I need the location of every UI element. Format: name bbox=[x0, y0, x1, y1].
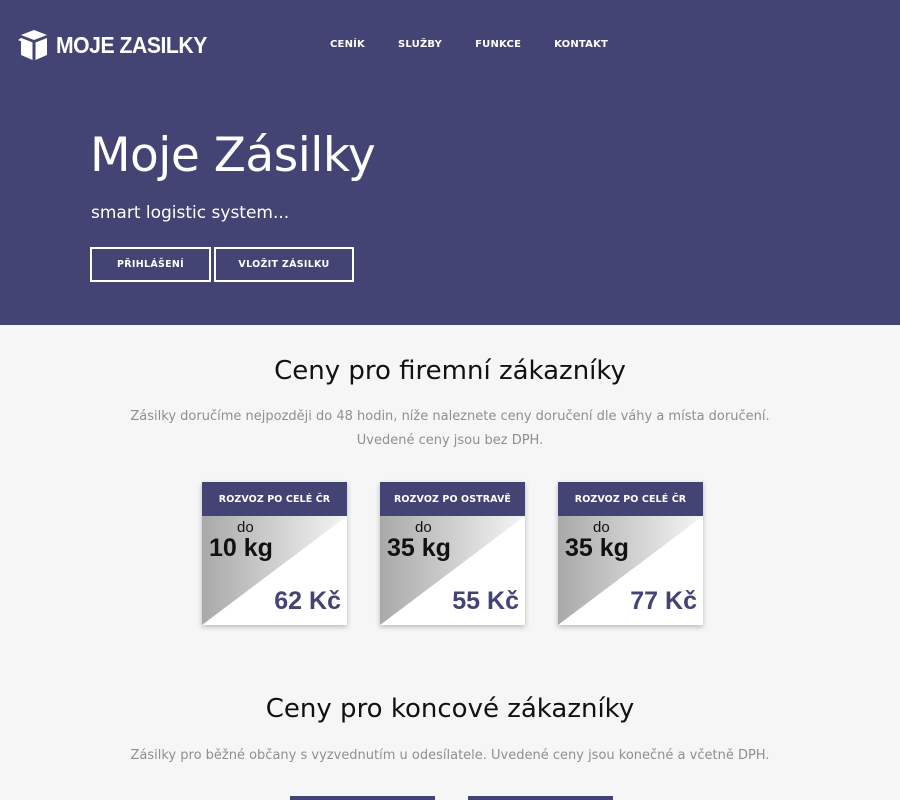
price-card-price: 62 Kč bbox=[274, 587, 341, 615]
consumer-prices-description: Zásilky pro běžné občany s vyzvednutím u… bbox=[130, 748, 770, 763]
login-button[interactable]: PŘIHLÁŠENÍ bbox=[90, 247, 211, 282]
consumer-card-top bbox=[468, 796, 613, 800]
price-card-weight: 35 kg bbox=[387, 534, 451, 562]
open-box-icon bbox=[18, 30, 47, 60]
nav-item-kontakt[interactable]: KONTAKT bbox=[554, 39, 608, 50]
nav-item-cenik[interactable]: CENÍK bbox=[330, 39, 365, 50]
nav-item-funkce[interactable]: FUNKCE bbox=[475, 39, 521, 50]
price-card: ROZVOZ PO OSTRAVĚ do 35 kg 55 Kč bbox=[380, 482, 525, 625]
price-card-body: do 10 kg 62 Kč bbox=[202, 516, 347, 625]
consumer-prices-title: Ceny pro koncové zákazníky bbox=[265, 694, 635, 724]
price-card-header: ROZVOZ PO CELÉ ČR bbox=[202, 482, 347, 516]
brand-name: MOJE ZASILKY bbox=[56, 31, 207, 58]
brand-logo[interactable]: MOJE ZASILKY bbox=[18, 28, 220, 62]
main-nav: CENÍK SLUŽBY FUNKCE KONTAKT bbox=[330, 39, 641, 50]
price-card-body: do 35 kg 77 Kč bbox=[558, 516, 703, 625]
price-card-weight: 35 kg bbox=[565, 534, 629, 562]
business-prices-title: Ceny pro firemní zákazníky bbox=[274, 356, 626, 386]
price-card-header: ROZVOZ PO CELÉ ČR bbox=[558, 482, 703, 516]
insert-shipment-button[interactable]: VLOŽIT ZÁSILKU bbox=[214, 247, 354, 282]
price-card-price: 55 Kč bbox=[452, 587, 519, 615]
business-prices-description: Zásilky doručíme nejpozději do 48 hodin,… bbox=[130, 409, 770, 424]
price-card-price: 77 Kč bbox=[630, 587, 697, 615]
hero-title: Moje Zásilky bbox=[90, 128, 376, 183]
consumer-card-top bbox=[290, 796, 435, 800]
hero-subtitle: smart logistic system... bbox=[91, 203, 290, 223]
price-card-weight: 10 kg bbox=[209, 534, 273, 562]
hero-section: MOJE ZASILKY CENÍK SLUŽBY FUNKCE KONTAKT… bbox=[0, 0, 900, 325]
price-card-body: do 35 kg 55 Kč bbox=[380, 516, 525, 625]
price-card-header: ROZVOZ PO OSTRAVĚ bbox=[380, 482, 525, 516]
business-prices-vat-note: Uvedené ceny jsou bez DPH. bbox=[356, 433, 544, 448]
price-card: ROZVOZ PO CELÉ ČR do 10 kg 62 Kč bbox=[202, 482, 347, 625]
price-card: ROZVOZ PO CELÉ ČR do 35 kg 77 Kč bbox=[558, 482, 703, 625]
nav-item-sluzby[interactable]: SLUŽBY bbox=[398, 39, 442, 50]
